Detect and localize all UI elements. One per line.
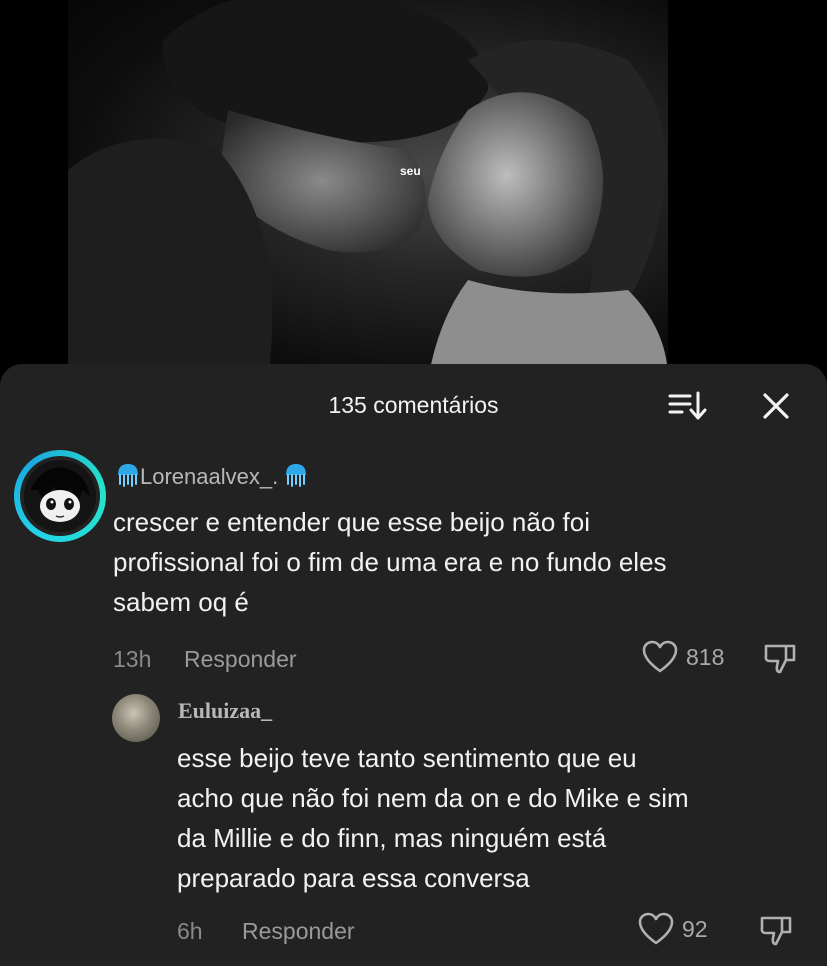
avatar-image <box>24 460 96 532</box>
dislike-icon[interactable] <box>758 912 794 948</box>
like-count: 92 <box>682 915 708 942</box>
sort-icon[interactable] <box>668 390 708 422</box>
comment-username[interactable]: Euluizaa_ <box>178 698 272 724</box>
like-button[interactable]: 818 <box>642 640 724 674</box>
comments-sheet: 135 comentários Lorenaalvex_. crescer e … <box>0 364 827 966</box>
jellyfish-icon <box>286 464 307 487</box>
comment-username[interactable]: Lorenaalvex_. <box>116 462 308 490</box>
heart-icon <box>638 912 674 945</box>
avatar[interactable] <box>112 694 160 742</box>
comment-username-text: Lorenaalvex_. <box>140 464 279 489</box>
video-frame <box>68 0 668 380</box>
comment-text: crescer e entender que esse beijo não fo… <box>113 507 667 617</box>
comments-header: 135 comentários <box>0 364 827 448</box>
anime-avatar-icon <box>24 460 96 532</box>
close-icon[interactable] <box>760 390 792 422</box>
reply-button[interactable]: Responder <box>242 918 355 945</box>
comment-text: esse beijo teve tanto sentimento que eu … <box>177 743 689 893</box>
dislike-icon[interactable] <box>762 640 798 676</box>
video-player[interactable]: seu <box>0 0 827 380</box>
video-scene <box>68 0 668 380</box>
avatar[interactable] <box>14 450 106 542</box>
heart-icon <box>642 640 678 673</box>
like-count: 818 <box>686 643 725 670</box>
comment-item: Lorenaalvex_. crescer e entender que ess… <box>0 450 827 690</box>
like-button[interactable]: 92 <box>638 912 708 946</box>
comment-item: Euluizaa_ esse beijo teve tanto sentimen… <box>0 694 827 964</box>
jellyfish-icon <box>118 464 138 487</box>
comment-time: 13h <box>113 646 152 672</box>
reply-button[interactable]: Responder <box>184 646 297 673</box>
screen: seu 135 comentários Lorenaalvex_. cresce… <box>0 0 827 966</box>
comment-time: 6h <box>177 918 203 944</box>
video-caption: seu <box>400 164 421 178</box>
